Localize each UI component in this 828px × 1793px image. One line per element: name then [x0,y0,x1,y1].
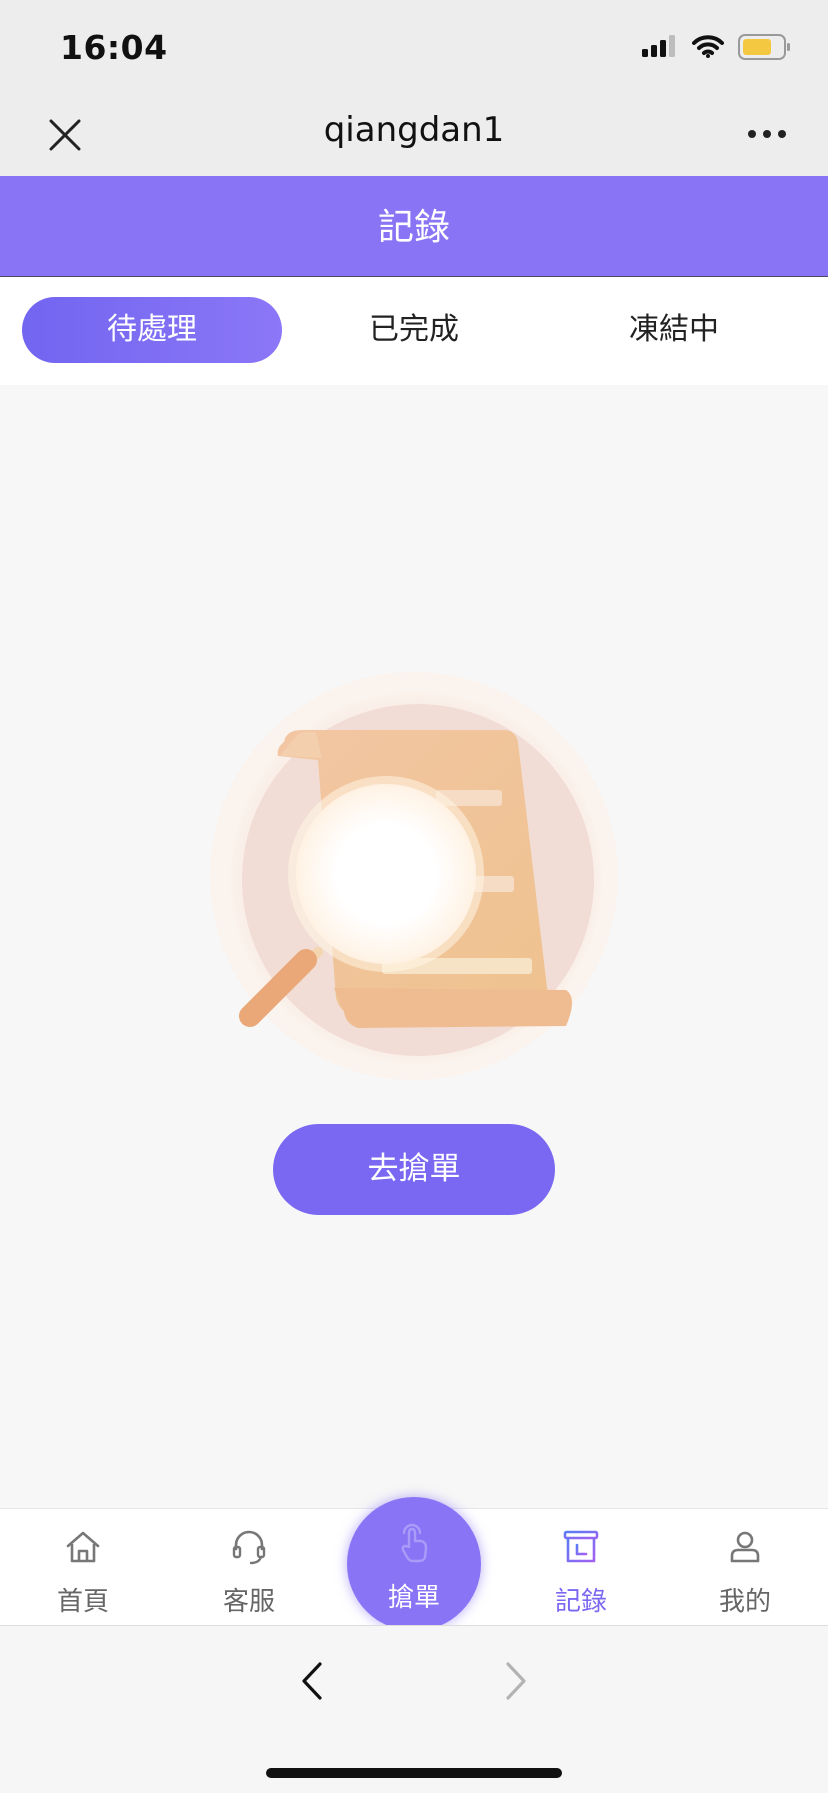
user-icon [730,1531,760,1563]
back-button[interactable] [292,1656,332,1706]
more-dots-icon [748,130,786,138]
browser-toolbar [0,1625,828,1793]
empty-search-illustration [206,668,622,1084]
status-tabs: 待處理 已完成 凍結中 [0,277,828,385]
more-button[interactable] [742,114,792,154]
tap-hand-icon [401,1523,428,1563]
home-icon [66,1531,100,1563]
tabbar-label-records: 記錄 [554,1587,607,1617]
tabbar-item-profile[interactable]: 我的 [662,1509,828,1625]
headset-icon [232,1530,266,1565]
records-icon [563,1530,599,1563]
tabbar-label-grab-order: 搶單 [387,1583,440,1613]
home-indicator[interactable] [266,1768,562,1778]
tabbar-label-profile: 我的 [718,1587,771,1617]
status-bar: 16:04 [0,0,828,90]
tabbar-item-home[interactable]: 首頁 [0,1509,166,1625]
status-time: 16:04 [60,28,168,67]
battery-icon [738,34,790,60]
tabbar-item-grab-order[interactable]: 搶單 [347,1497,481,1631]
cellular-signal-icon [642,35,675,57]
nav-title: qiangdan1 [323,110,505,150]
tabbar-item-records[interactable]: 記錄 [498,1509,664,1625]
wifi-icon [692,35,724,58]
tabbar-label-service: 客服 [222,1587,275,1617]
tabbar-item-service[interactable]: 客服 [166,1509,332,1625]
tab-frozen[interactable]: 凍結中 [544,297,804,363]
status-icons [642,34,792,60]
page-header: 記錄 [0,176,828,277]
forward-button[interactable] [496,1656,536,1706]
chevron-right-icon [506,1662,526,1700]
nav-bar: qiangdan1 [0,90,828,176]
tab-completed[interactable]: 已完成 [284,297,544,363]
go-grab-order-button[interactable]: 去搶單 [273,1124,555,1215]
tabbar-label-home: 首頁 [56,1587,109,1617]
tab-pending[interactable]: 待處理 [22,297,282,363]
page-title: 記錄 [377,207,450,248]
chevron-left-icon [302,1662,322,1700]
